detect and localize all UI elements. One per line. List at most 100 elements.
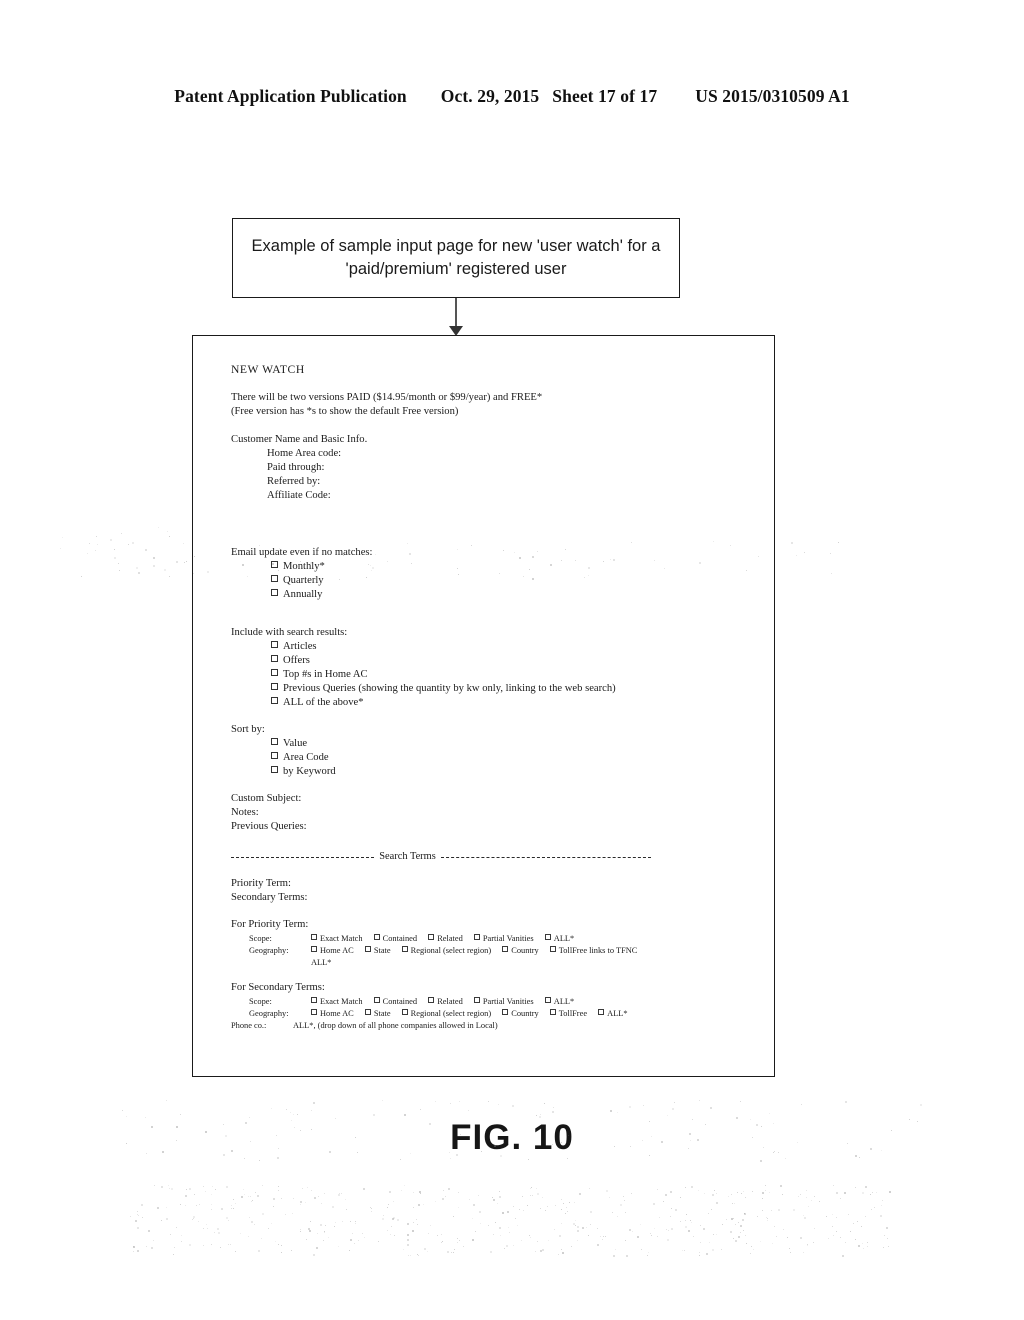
priority-geography-options: Home AC State Regional (select region) C… <box>311 945 739 957</box>
checkbox-icon[interactable] <box>311 996 317 1003</box>
form-content: NEW WATCH There will be two versions PAI… <box>231 362 739 1044</box>
customer-info-heading: Customer Name and Basic Info. <box>231 434 368 446</box>
option-contained[interactable]: Contained <box>373 996 417 1008</box>
field-previous-queries[interactable]: Previous Queries: <box>231 820 739 834</box>
checkbox-icon[interactable] <box>473 996 480 1003</box>
option-exact-match[interactable]: Exact Match <box>311 933 363 945</box>
checkbox-icon[interactable] <box>364 1008 371 1015</box>
checkbox-icon[interactable] <box>271 575 278 583</box>
priority-scope-row: Scope: Exact Match Contained Related Par… <box>231 933 739 945</box>
checkbox-icon[interactable] <box>428 934 435 941</box>
checkbox-icon[interactable] <box>401 946 408 953</box>
secondary-geography-label: Geography: <box>249 1008 289 1018</box>
checkbox-icon[interactable] <box>271 765 278 773</box>
checkbox-icon[interactable] <box>271 696 278 704</box>
option-partial-vanities[interactable]: Partial Vanities <box>473 933 534 945</box>
checkbox-row-sort-value[interactable]: Value <box>231 737 739 751</box>
option-tollfree[interactable]: TollFree <box>549 1008 588 1020</box>
checkbox-icon[interactable] <box>271 751 278 759</box>
option-all[interactable]: ALL* <box>544 996 574 1008</box>
checkbox-label-offers: Offers <box>283 654 310 666</box>
form-title: NEW WATCH <box>231 363 305 376</box>
term-fields-section: Priority Term: Secondary Terms: <box>231 877 739 905</box>
option-home-ac[interactable]: Home AC <box>311 945 354 957</box>
field-notes[interactable]: Notes: <box>231 806 739 820</box>
checkbox-label-sort-value: Value <box>283 737 308 749</box>
checkbox-icon[interactable] <box>549 1008 556 1015</box>
email-update-section: Email update even if no matches: Monthly… <box>231 546 739 602</box>
field-custom-subject[interactable]: Custom Subject: <box>231 792 739 806</box>
option-contained[interactable]: Contained <box>373 933 418 945</box>
option-state[interactable]: State <box>364 1008 391 1020</box>
customer-info-section: Customer Name and Basic Info. Home Area … <box>231 433 739 503</box>
checkbox-row-offers[interactable]: Offers <box>231 654 739 668</box>
priority-geography-label: Geography: <box>249 946 289 956</box>
checkbox-icon[interactable] <box>271 682 278 690</box>
checkbox-row-sort-keyword[interactable]: by Keyword <box>231 765 739 779</box>
checkbox-icon[interactable] <box>373 934 380 941</box>
checkbox-icon[interactable] <box>544 996 551 1003</box>
checkbox-row-top-numbers[interactable]: Top #s in Home AC <box>231 668 739 682</box>
checkbox-icon[interactable] <box>311 1008 317 1015</box>
field-secondary-terms[interactable]: Secondary Terms: <box>231 891 739 905</box>
checkbox-icon[interactable] <box>271 561 278 569</box>
option-all[interactable]: ALL* <box>544 933 575 945</box>
checkbox-icon[interactable] <box>271 737 278 745</box>
checkbox-icon[interactable] <box>401 1008 408 1015</box>
option-regional[interactable]: Regional (select region) <box>401 1008 491 1020</box>
option-label: Regional (select region) <box>410 946 492 956</box>
field-referred-by[interactable]: Referred by: <box>231 475 739 489</box>
checkbox-icon[interactable] <box>502 1008 509 1015</box>
include-results-section: Include with search results: Articles Of… <box>231 626 739 710</box>
pricing-paragraph: There will be two versions PAID ($14.95/… <box>231 391 739 419</box>
checkbox-icon[interactable] <box>271 654 278 662</box>
priority-scope-label: Scope: <box>249 934 272 944</box>
checkbox-icon[interactable] <box>428 996 435 1003</box>
field-affiliate-code[interactable]: Affiliate Code: <box>231 489 739 503</box>
checkbox-row-articles[interactable]: Articles <box>231 640 739 654</box>
option-partial-vanities[interactable]: Partial Vanities <box>473 996 534 1008</box>
checkbox-label-sort-area-code: Area Code <box>283 751 329 763</box>
checkbox-icon[interactable] <box>271 640 278 648</box>
option-tollfree-tfnc[interactable]: TollFree links to TFNC <box>549 945 637 957</box>
checkbox-icon[interactable] <box>311 934 317 941</box>
option-all[interactable]: ALL* <box>598 1008 628 1020</box>
option-related[interactable]: Related <box>428 996 463 1008</box>
option-exact-match[interactable]: Exact Match <box>311 996 363 1008</box>
checkbox-icon[interactable] <box>364 946 371 953</box>
checkbox-icon[interactable] <box>473 934 480 941</box>
checkbox-icon[interactable] <box>502 946 509 953</box>
option-country[interactable]: Country <box>502 945 539 957</box>
checkbox-row-quarterly[interactable]: Quarterly <box>231 574 739 588</box>
checkbox-icon[interactable] <box>373 996 380 1003</box>
phone-company-value[interactable]: ALL*, (drop down of all phone companies … <box>293 1020 498 1032</box>
checkbox-icon[interactable] <box>544 934 551 941</box>
option-country[interactable]: Country <box>502 1008 539 1020</box>
checkbox-icon[interactable] <box>598 1008 605 1015</box>
option-state[interactable]: State <box>364 945 391 957</box>
priority-geography-continued-row[interactable]: ALL* <box>231 957 739 969</box>
checkbox-icon[interactable] <box>311 946 317 953</box>
field-paid-through[interactable]: Paid through: <box>231 461 739 475</box>
pricing-line-1: There will be two versions PAID ($14.95/… <box>231 392 543 404</box>
checkbox-icon[interactable] <box>549 946 556 953</box>
option-related[interactable]: Related <box>428 933 463 945</box>
checkbox-row-monthly[interactable]: Monthly* <box>231 560 739 574</box>
option-label: Exact Match <box>320 996 363 1006</box>
checkbox-row-all-of-above[interactable]: ALL of the above* <box>231 696 739 710</box>
divider-dash-right <box>440 856 651 858</box>
field-home-area-code[interactable]: Home Area code: <box>231 447 739 461</box>
callout-box: Example of sample input page for new 'us… <box>232 218 680 298</box>
option-label: Contained <box>382 934 418 944</box>
option-label: ALL* <box>553 934 575 944</box>
checkbox-row-previous-queries[interactable]: Previous Queries (showing the quantity b… <box>231 682 739 696</box>
field-priority-term[interactable]: Priority Term: <box>231 877 739 891</box>
checkbox-icon[interactable] <box>271 588 278 596</box>
option-regional[interactable]: Regional (select region) <box>401 945 492 957</box>
checkbox-row-annually[interactable]: Annually <box>231 588 739 602</box>
option-label: Related <box>437 996 463 1006</box>
option-home-ac[interactable]: Home AC <box>311 1008 354 1020</box>
checkbox-row-sort-area-code[interactable]: Area Code <box>231 751 739 765</box>
checkbox-icon[interactable] <box>271 668 278 676</box>
option-label: TollFree <box>558 1008 588 1018</box>
